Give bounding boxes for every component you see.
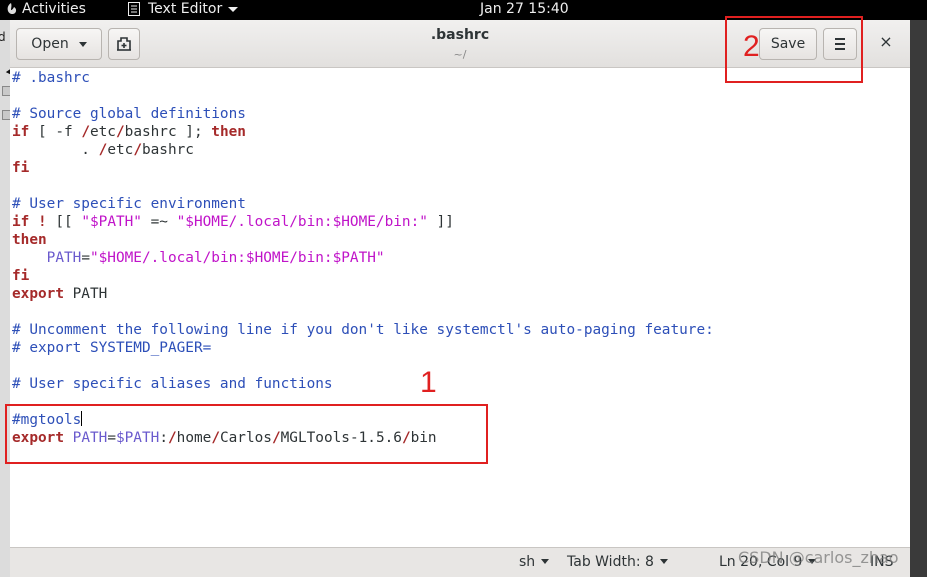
desktop-background-left: d (0, 20, 20, 577)
code-token: # Uncomment the following line if you do… (12, 322, 714, 338)
app-menu-button[interactable]: Text Editor (148, 0, 222, 18)
code-line[interactable]: if ! [[ "$PATH" =~ "$HOME/.local/bin:$HO… (12, 213, 902, 231)
text-editor-window: Open .bashrc ~/ Save × # .bashrc # Source… (10, 20, 910, 577)
activities-icon (7, 3, 17, 15)
code-line[interactable]: # Uncomment the following line if you do… (12, 321, 902, 339)
watermark: CSDN @carlos_zhao (738, 548, 899, 567)
code-token: [ -f (29, 124, 82, 140)
code-token: / (133, 142, 142, 158)
code-token: if (12, 214, 30, 230)
code-token: then (211, 124, 246, 140)
code-line[interactable]: # Source global definitions (12, 105, 902, 123)
chevron-down-icon (541, 559, 550, 564)
code-token: fi (12, 268, 30, 284)
code-line[interactable]: # User specific environment (12, 195, 902, 213)
code-token: etc (89, 124, 116, 140)
chevron-down-icon (659, 559, 668, 564)
annotation-number-1: 1 (420, 366, 437, 399)
annotation-number-2: 2 (743, 30, 760, 63)
code-token: # Source global definitions (12, 106, 246, 122)
code-line[interactable]: . /etc/bashrc (12, 141, 902, 159)
code-token: . (12, 142, 99, 158)
code-line[interactable]: export PATH (12, 285, 902, 303)
chevron-down-icon (228, 7, 238, 12)
desktop-background-right (910, 20, 927, 577)
code-token: / (115, 124, 125, 140)
code-token: PATH (12, 250, 82, 266)
code-token: "$HOME/.local/bin:$HOME/bin:" (176, 214, 428, 230)
code-token: export (12, 286, 64, 302)
code-token: [[ (46, 214, 82, 230)
code-line[interactable]: then (12, 231, 902, 249)
code-token: fi (12, 160, 30, 176)
code-token: # export SYSTEMD_PAGER= (12, 340, 212, 356)
clock[interactable]: Jan 27 15:40 (480, 0, 569, 18)
code-line[interactable] (12, 357, 902, 375)
code-line[interactable]: fi (12, 159, 902, 177)
code-token: PATH (63, 286, 108, 302)
code-line[interactable]: # User specific aliases and functions (12, 375, 902, 393)
code-token: "$HOME/.local/bin:$HOME/bin:$PATH" (89, 250, 385, 266)
code-token: bashrc (141, 142, 194, 158)
code-token: ]] (427, 214, 454, 230)
code-token: / (81, 124, 90, 140)
language-label: sh (519, 554, 536, 570)
code-token: bashrc ]; (124, 124, 212, 140)
code-token: etc (107, 142, 134, 158)
code-token: # User specific environment (12, 196, 246, 212)
close-window-button[interactable]: × (878, 32, 894, 52)
annotation-box-code (5, 404, 488, 464)
code-token: =~ (141, 214, 177, 230)
code-line[interactable]: PATH="$HOME/.local/bin:$HOME/bin:$PATH" (12, 249, 902, 267)
code-line[interactable] (12, 303, 902, 321)
code-token: = (81, 250, 90, 266)
tab-width-label: Tab Width: 8 (567, 554, 654, 570)
activities-button[interactable]: Activities (22, 0, 86, 20)
code-line[interactable]: fi (12, 267, 902, 285)
code-token: "$PATH" (81, 214, 142, 230)
code-token: # User specific aliases and functions (12, 376, 333, 392)
text-editor-app-icon (128, 2, 140, 16)
code-token: # .bashrc (12, 70, 90, 86)
code-editor[interactable]: # .bashrc # Source global definitions if [… (12, 68, 902, 549)
code-line[interactable]: if [ -f /etc/bashrc ]; then (12, 123, 902, 141)
code-line[interactable]: # export SYSTEMD_PAGER= (12, 339, 902, 357)
code-token: ! (38, 214, 47, 230)
code-token: if (12, 124, 30, 140)
code-line[interactable] (12, 87, 902, 105)
code-token: then (12, 232, 47, 248)
tab-width-selector[interactable]: Tab Width: 8 (567, 554, 668, 570)
code-line[interactable] (12, 177, 902, 195)
language-selector[interactable]: sh (519, 554, 550, 570)
background-window-letter: d (0, 30, 6, 44)
code-token: / (98, 142, 108, 158)
